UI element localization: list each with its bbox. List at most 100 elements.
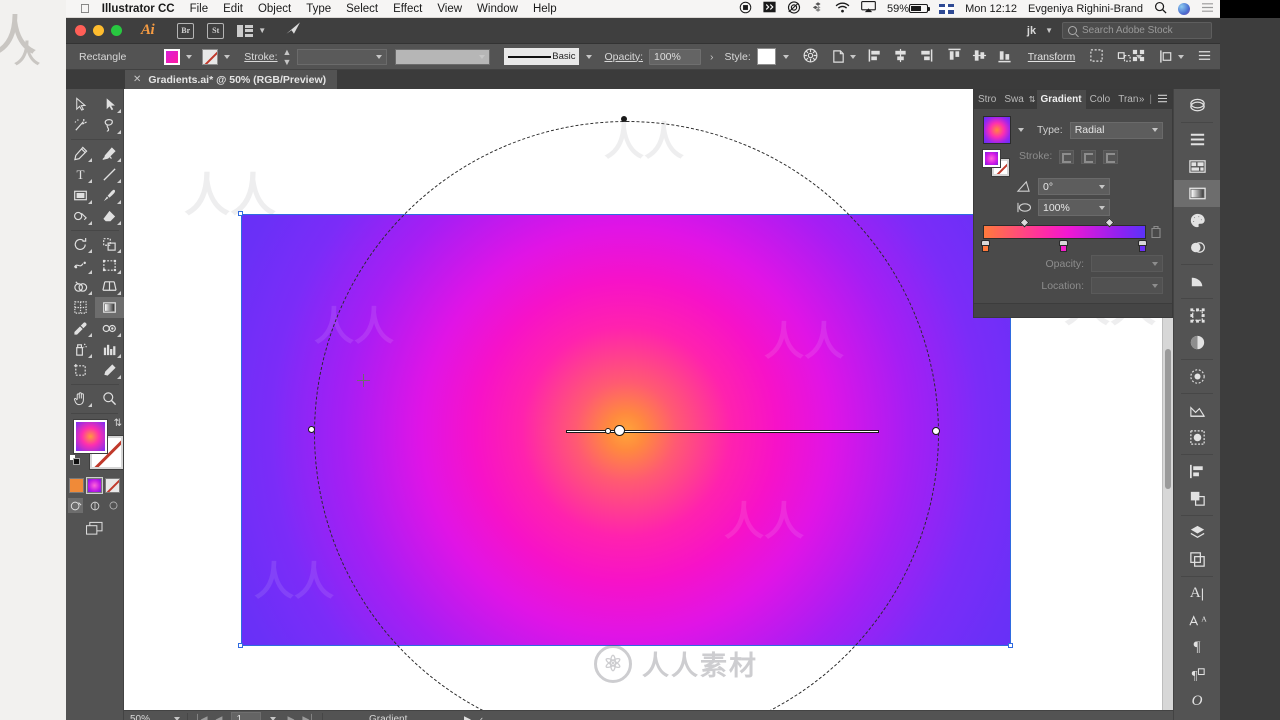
mesh-tool[interactable] <box>66 297 95 318</box>
opacity-field[interactable]: 100% <box>648 48 701 65</box>
gradient-slider[interactable] <box>981 221 1163 255</box>
gradient-location-field[interactable] <box>1091 277 1163 294</box>
align-bottom-icon[interactable] <box>997 48 1012 66</box>
menubar-user[interactable]: Evgeniya Righini-Brand <box>1028 3 1143 15</box>
dock-image-trace-icon[interactable] <box>1174 397 1220 424</box>
direct-selection-tool[interactable] <box>95 94 124 115</box>
gradient-annotator-bar[interactable] <box>566 430 879 433</box>
stroke-along-icon[interactable] <box>1081 150 1097 164</box>
uk-flag-icon[interactable] <box>939 3 955 14</box>
zoom-window-button[interactable] <box>111 25 122 36</box>
dock-transparency-icon[interactable] <box>1174 329 1220 356</box>
selection-handle[interactable] <box>1008 643 1013 648</box>
dock-align-panel-icon[interactable] <box>1174 458 1220 485</box>
close-icon[interactable]: ✕ <box>133 74 141 85</box>
document-tab[interactable]: ✕ Gradients.ai* @ 50% (RGB/Preview) <box>125 70 338 89</box>
variable-width-profile[interactable] <box>395 48 491 65</box>
lasso-tool[interactable] <box>95 115 124 136</box>
column-graph-tool[interactable] <box>95 339 124 360</box>
symbol-sprayer-tool[interactable] <box>66 339 95 360</box>
selection-tool[interactable] <box>66 94 95 115</box>
menu-help[interactable]: Help <box>533 3 557 15</box>
gradient-radius-handle-left[interactable] <box>308 426 315 433</box>
workspace-switcher[interactable]: ▼ <box>237 24 266 37</box>
gradient-end-stop-handle[interactable] <box>932 427 940 435</box>
stroke-weight-stepper[interactable]: ▲ ▼ <box>283 47 292 67</box>
gradient-annotator-circle[interactable] <box>314 121 939 720</box>
stroke-across-icon[interactable] <box>1103 150 1119 164</box>
menu-type[interactable]: Type <box>306 3 331 15</box>
stroke-weight-field[interactable] <box>297 48 388 65</box>
none-mode-button[interactable] <box>105 478 120 493</box>
rotate-tool[interactable] <box>66 234 95 255</box>
tab-stroke[interactable]: Stro <box>974 90 1000 109</box>
dock-symbols-icon[interactable] <box>1174 302 1220 329</box>
dock-gradient-panel-icon[interactable] <box>1174 180 1220 207</box>
align-right-icon[interactable] <box>918 48 933 66</box>
bridge-button[interactable]: Br <box>177 22 195 39</box>
brush-definition[interactable]: Basic <box>504 48 580 65</box>
opacity-options-icon[interactable]: › <box>710 51 714 63</box>
airplay-icon[interactable] <box>861 1 876 16</box>
graphic-style-swatch[interactable] <box>756 48 776 65</box>
align-top-icon[interactable] <box>947 48 962 66</box>
stroke-chevron-down-icon[interactable] <box>224 54 231 59</box>
style-chevron-down-icon[interactable] <box>782 54 789 59</box>
dock-paragraph-panel-icon[interactable]: ¶ <box>1174 634 1220 661</box>
apple-icon[interactable]:  <box>80 2 90 15</box>
gradient-angle-field[interactable]: 0° <box>1038 178 1110 195</box>
scale-tool[interactable] <box>95 234 124 255</box>
perspective-grid-tool[interactable] <box>95 276 124 297</box>
artboard-number-field[interactable]: 1 <box>231 712 262 720</box>
gradient-start-stop-handle[interactable] <box>605 428 611 434</box>
dock-swatches-panel-icon[interactable] <box>1174 234 1220 261</box>
menubar-clock[interactable]: Mon 12:12 <box>965 3 1017 15</box>
dock-character-styles-icon[interactable]: A <box>1174 607 1220 634</box>
dock-properties-icon[interactable] <box>1174 126 1220 153</box>
dock-graphic-styles-icon[interactable] <box>1174 424 1220 451</box>
fill-proxy-swatch[interactable] <box>73 419 108 454</box>
account-chevron-down-icon[interactable]: ▼ <box>1045 26 1053 35</box>
selection-handle[interactable] <box>238 643 243 648</box>
paintbrush-tool[interactable] <box>95 185 124 206</box>
gradient-slider-ramp[interactable] <box>983 225 1146 239</box>
align-left-icon[interactable] <box>868 48 883 66</box>
shape-builder-tool[interactable] <box>66 276 95 297</box>
dock-brushes-icon[interactable] <box>1174 268 1220 295</box>
creative-cloud-icon[interactable] <box>787 0 801 17</box>
close-window-button[interactable] <box>75 25 86 36</box>
status-grip-icon[interactable]: ‹ <box>480 714 483 720</box>
gradient-opacity-field[interactable] <box>1091 255 1163 272</box>
dock-artboard-panel-icon[interactable] <box>1174 546 1220 573</box>
dock-character-panel-icon[interactable]: A | <box>1174 580 1220 607</box>
tab-gradient[interactable]: Gradient <box>1036 90 1086 109</box>
dock-layers-panel-icon[interactable] <box>1174 519 1220 546</box>
record-icon[interactable] <box>739 1 752 17</box>
rectangle-tool[interactable] <box>66 185 95 206</box>
align-middle-icon[interactable] <box>972 48 987 66</box>
dock-artboards-icon[interactable] <box>1174 153 1220 180</box>
menubar-app-name[interactable]: Illustrator CC <box>102 3 175 15</box>
gradient-aspect-field[interactable]: 100% <box>1038 199 1110 216</box>
menu-select[interactable]: Select <box>346 3 378 15</box>
gradient-mode-button[interactable] <box>86 477 103 494</box>
siri-icon[interactable] <box>1178 2 1190 15</box>
battery-status[interactable]: 59% <box>887 3 931 15</box>
gradient-stop-2[interactable] <box>1059 240 1068 253</box>
dock-glyphs-panel-icon[interactable]: O <box>1174 688 1220 715</box>
gradient-tool[interactable] <box>95 297 124 318</box>
first-artboard-icon[interactable]: │◀ <box>195 714 208 720</box>
isolate-icon[interactable] <box>1089 48 1104 66</box>
panel-overflow-icon[interactable]: » <box>1139 94 1145 105</box>
free-transform-tool[interactable] <box>95 255 124 276</box>
dropbox-icon[interactable] <box>812 1 824 16</box>
delete-stop-icon[interactable] <box>1150 225 1163 240</box>
previous-artboard-icon[interactable]: ◀ <box>216 714 223 720</box>
dock-cc-libraries-icon[interactable] <box>1174 92 1220 119</box>
menu-view[interactable]: View <box>437 3 462 15</box>
default-fill-stroke-icon[interactable] <box>69 454 81 466</box>
selection-handle[interactable] <box>238 211 243 216</box>
last-artboard-icon[interactable]: ▶│ <box>302 714 315 720</box>
magic-wand-tool[interactable] <box>66 115 95 136</box>
document-setup-icon[interactable] <box>831 49 856 64</box>
